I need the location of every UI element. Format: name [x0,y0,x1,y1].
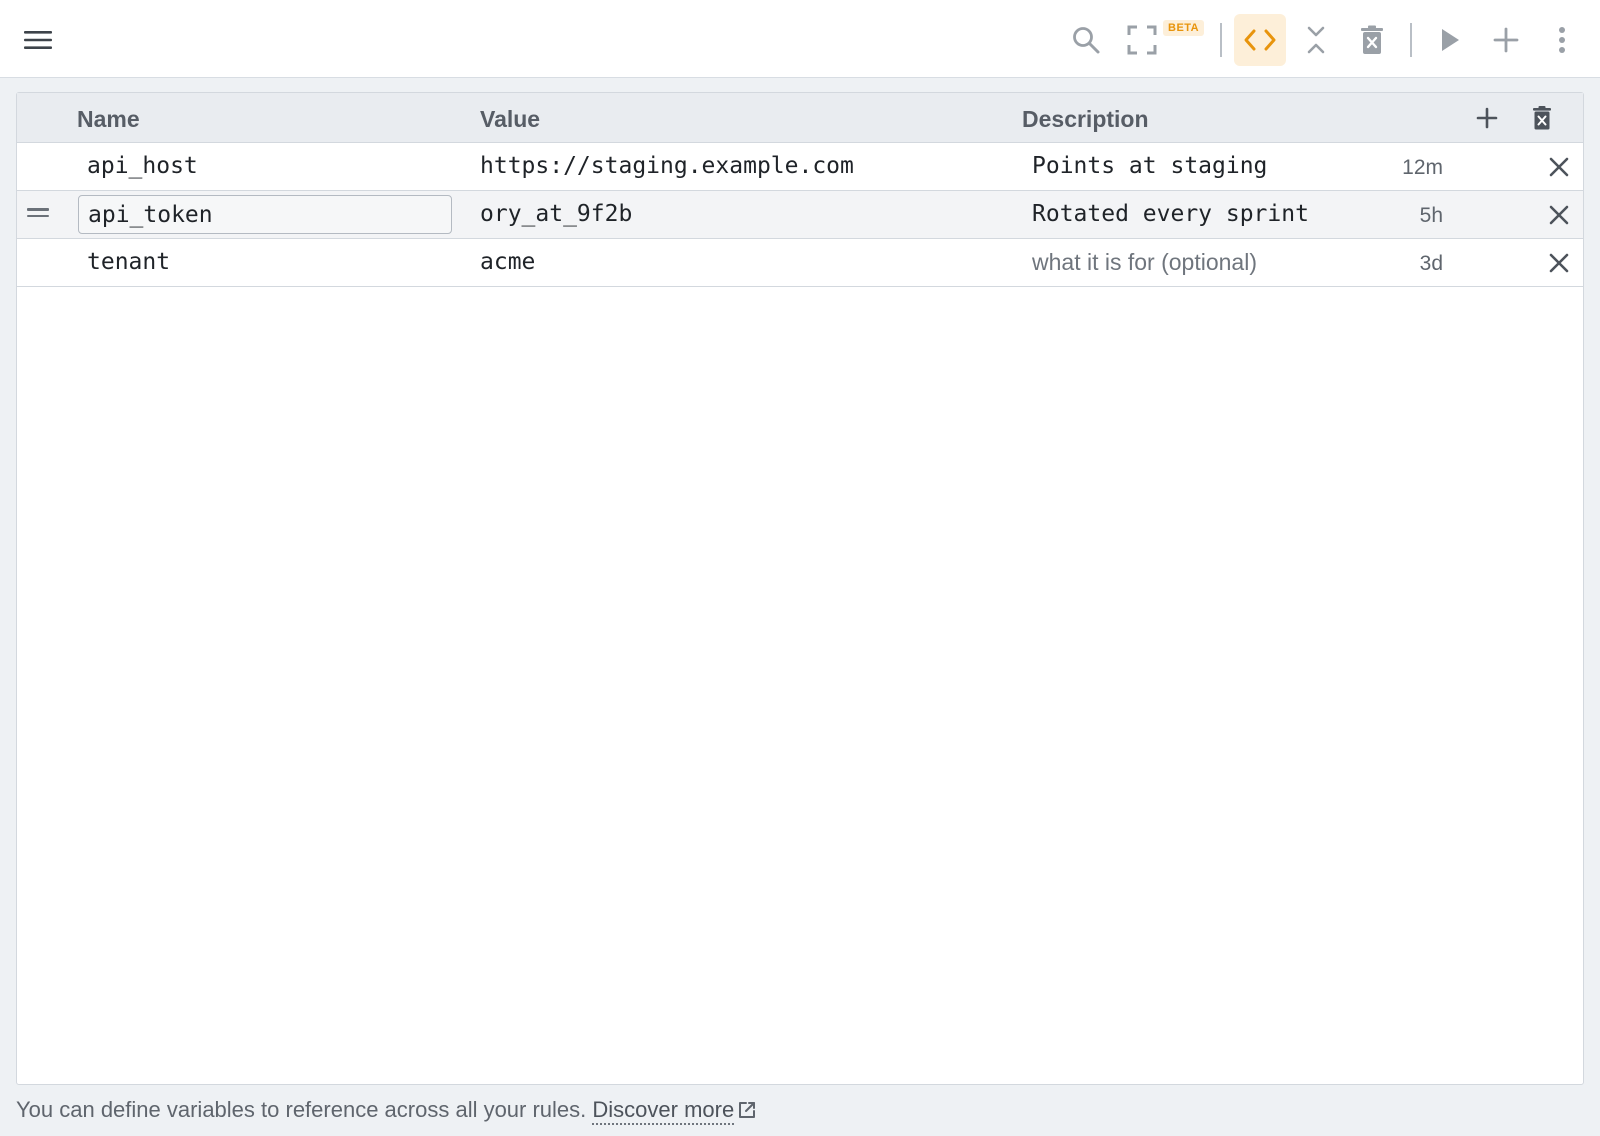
variable-value-input[interactable] [480,143,990,190]
beta-badge: BETA [1163,20,1205,36]
toolbar-divider [1410,23,1412,57]
search-icon[interactable] [1060,14,1112,66]
table-header: Name Value Description [17,93,1583,143]
table-row: what it is for (optional) 3d [17,239,1583,287]
updated-age: 5h [1419,204,1443,227]
hamburger-menu-icon[interactable] [12,14,64,66]
discover-more-link[interactable]: Discover more [592,1097,735,1125]
fullscreen-icon[interactable] [1116,14,1168,66]
updated-age: 3d [1419,252,1443,275]
remove-row-close-icon[interactable] [1544,153,1574,181]
delete-all-variables-icon[interactable] [1527,103,1557,133]
external-link-icon [738,1099,756,1125]
footer-hint: You can define variables to reference ac… [16,1097,756,1125]
add-variable-icon[interactable] [1472,103,1502,133]
footer-text: You can define variables to reference ac… [16,1097,587,1122]
variable-value-input[interactable] [480,239,990,286]
variable-description-input[interactable] [1032,143,1372,190]
header-name: Name [77,106,140,132]
variable-description-placeholder[interactable]: what it is for (optional) [1032,239,1257,286]
collapse-icon[interactable] [1290,14,1342,66]
remove-row-close-icon[interactable] [1544,201,1574,229]
toolbar: BETA [0,0,1600,78]
variable-name-input[interactable] [78,239,452,286]
plus-icon[interactable] [1480,14,1532,66]
code-icon[interactable] [1234,14,1286,66]
play-icon[interactable] [1424,14,1476,66]
updated-age: 12m [1402,156,1443,179]
header-description: Description [1022,106,1149,132]
table-row: 12m [17,143,1583,191]
variable-name-input[interactable] [78,143,452,190]
header-value: Value [480,106,541,132]
variables-panel: Name Value Description 12m 5h what it [16,92,1584,1085]
remove-row-close-icon[interactable] [1544,249,1574,277]
variable-value-input[interactable] [480,191,990,238]
toolbar-divider [1220,23,1222,57]
variable-description-input[interactable] [1032,191,1372,238]
more-vert-icon[interactable] [1536,14,1588,66]
table-row: 5h [17,191,1583,239]
delete-all-icon[interactable] [1346,14,1398,66]
drag-handle-icon[interactable] [27,208,49,220]
variable-name-input[interactable] [78,195,452,234]
